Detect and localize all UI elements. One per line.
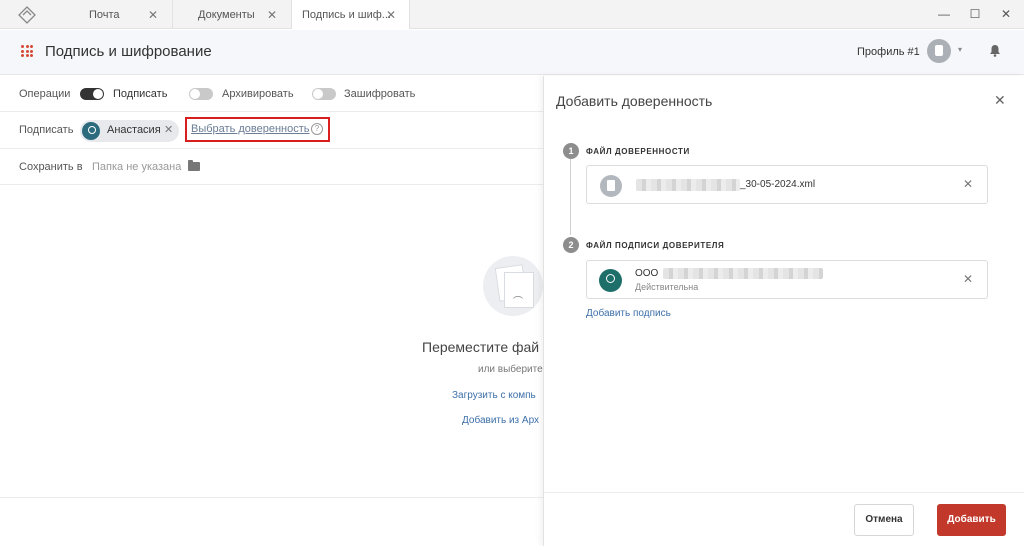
close-tab-icon[interactable]: ✕ [148,8,158,22]
maximize-window-icon[interactable]: ☐ [967,6,983,22]
dropzone-subtitle: или выберите [478,364,543,375]
sad-face-icon: ︵ [513,290,523,301]
window-titlebar: Почта ✕ Документы ✕ Подпись и шиф... ✕ —… [0,0,1024,29]
folder-icon[interactable] [188,160,200,171]
remove-signer-icon[interactable]: ✕ [164,123,173,136]
help-icon[interactable]: ? [311,123,323,135]
certificate-icon [599,269,622,292]
page-title: Подпись и шифрование [45,43,212,60]
add-power-of-attorney-panel: Добавить доверенность ✕ 1 ФАЙЛ ДОВЕРЕННО… [543,76,1024,546]
sign-label: Подписать [19,124,74,136]
add-from-archive-link[interactable]: Добавить из Арх [462,415,539,426]
tab-sign-encrypt-label: Подпись и шиф... [302,8,391,21]
minimize-window-icon[interactable]: — [936,6,952,22]
encrypt-option-label: Зашифровать [344,88,416,100]
archive-option-label: Архивировать [222,88,294,100]
empty-files-illustration: ︵ [483,256,543,316]
step-2-number: 2 [563,237,579,253]
folder-value[interactable]: Папка не указана [92,161,181,173]
file-icon [600,175,622,197]
upload-from-computer-link[interactable]: Загрузить с компь [452,390,536,401]
bell-icon[interactable] [989,44,1001,57]
apps-grid-icon[interactable] [21,45,33,57]
add-button[interactable]: Добавить [937,504,1006,536]
step-2-title: ФАЙЛ ПОДПИСИ ДОВЕРИТЕЛЯ [586,241,725,250]
tab-documents[interactable]: Документы ✕ [173,0,292,29]
remove-file-icon[interactable]: ✕ [963,177,973,191]
choose-power-of-attorney-link[interactable]: Выбрать доверенность [191,123,310,135]
redacted-text [636,179,740,191]
close-window-icon[interactable]: ✕ [998,6,1014,22]
cancel-button[interactable]: Отмена [854,504,914,536]
left-footer-divider [0,497,543,498]
sign-toggle[interactable] [80,88,104,100]
archive-toggle[interactable] [189,88,213,100]
dropzone-title: Переместите фай [422,339,540,355]
certificate-status: Действительна [635,282,699,292]
certificate-org: ООО [635,268,659,279]
step-connector [570,159,571,235]
panel-footer-divider [544,492,1024,493]
tab-documents-label: Документы [198,8,255,21]
signer-chip[interactable]: Анастасия ✕ [80,120,179,142]
remove-signature-icon[interactable]: ✕ [963,272,973,286]
user-icon [82,122,100,140]
operations-label: Операции [19,88,71,100]
tab-sign-encrypt[interactable]: Подпись и шиф... ✕ [292,0,410,29]
operations-row: Операции Подписать Архивировать Зашифров… [0,76,543,112]
redacted-text [663,268,823,279]
signer-name: Анастасия [107,124,161,136]
chevron-down-icon[interactable]: ▾ [958,45,962,54]
tab-mail[interactable]: Почта ✕ [56,0,173,29]
app-logo-icon [18,6,36,24]
close-tab-icon[interactable]: ✕ [386,8,396,22]
profile-name[interactable]: Профиль #1 [857,46,920,58]
close-panel-icon[interactable]: ✕ [994,92,1006,109]
poa-file-name: _30-05-2024.xml [740,179,816,190]
step-1-number: 1 [563,143,579,159]
panel-title: Добавить доверенность [556,93,713,109]
poa-file-card: _30-05-2024.xml ✕ [586,165,988,204]
save-row: Сохранить в Папка не указана [0,149,543,185]
step-1-title: ФАЙЛ ДОВЕРЕННОСТИ [586,147,690,156]
close-tab-icon[interactable]: ✕ [267,8,277,22]
sign-option-label: Подписать [113,88,168,100]
encrypt-toggle[interactable] [312,88,336,100]
profile-avatar[interactable] [927,39,951,63]
app-header: Подпись и шифрование Профиль #1 ▾ [0,30,1024,75]
signature-card: ООО Действительна ✕ [586,260,988,299]
add-signature-link[interactable]: Добавить подпись [586,308,671,319]
tab-mail-label: Почта [89,8,120,21]
save-label: Сохранить в [19,161,83,173]
